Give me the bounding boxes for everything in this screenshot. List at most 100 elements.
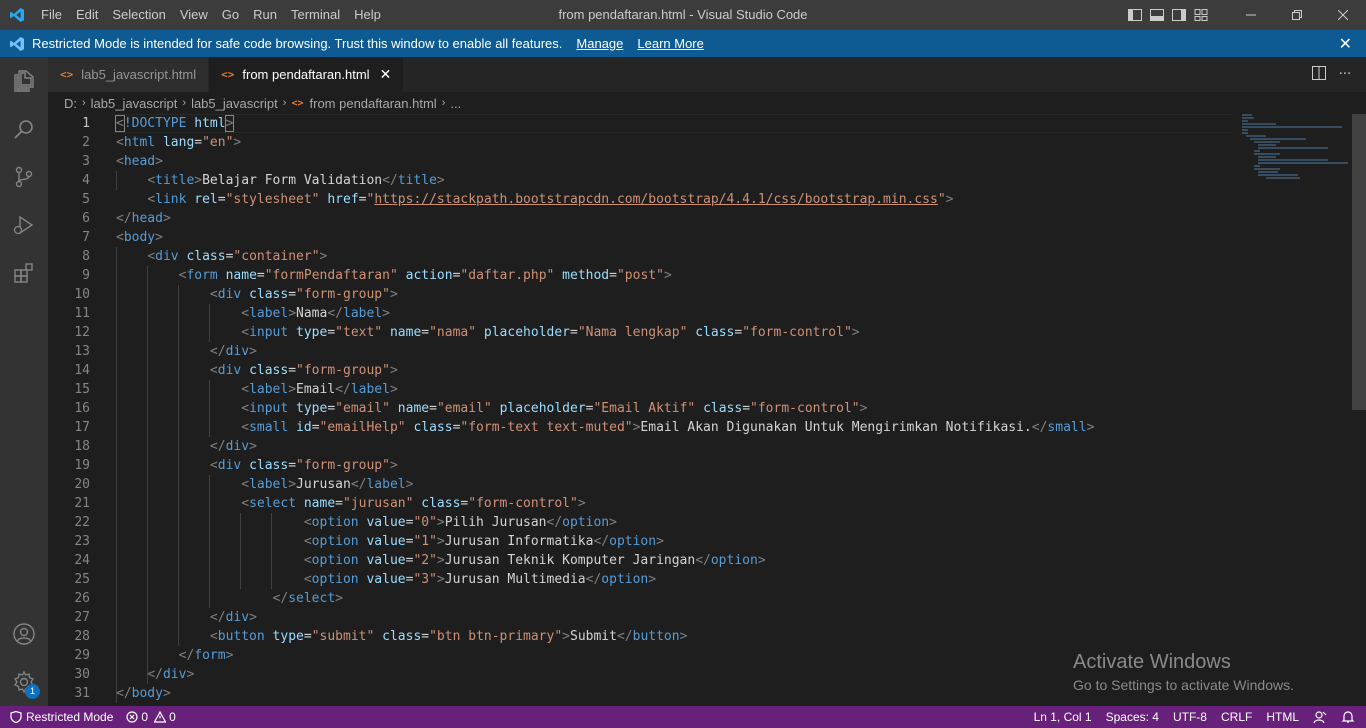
activate-windows-watermark: Activate Windows Go to Settings to activ… (1073, 651, 1294, 693)
code-line: <input type="email" name="email" placeho… (241, 401, 868, 416)
menu-file[interactable]: File (34, 0, 69, 30)
line-number: 5 (82, 192, 90, 207)
breadcrumb-file[interactable]: from pendaftaran.html (310, 96, 437, 111)
menu-run[interactable]: Run (246, 0, 284, 30)
end-of-line[interactable]: CRLF (1214, 706, 1259, 728)
code-line: </select> (272, 591, 343, 606)
code-line: </head> (116, 211, 171, 226)
code-line: <option value="1">Jurusan Informatika</o… (303, 534, 664, 549)
run-debug-icon[interactable] (0, 201, 48, 249)
restricted-mode-status[interactable]: Restricted Mode (0, 706, 120, 728)
menu-selection[interactable]: Selection (105, 0, 172, 30)
extensions-icon[interactable] (0, 249, 48, 297)
tab-from-pendaftaran[interactable]: <> from pendaftaran.html ✕ (209, 57, 405, 92)
line-number: 10 (74, 287, 90, 302)
line-number: 26 (74, 591, 90, 606)
code-line: <button type="submit" class="btn btn-pri… (209, 629, 688, 644)
line-number: 17 (74, 420, 90, 435)
line-number: 31 (74, 686, 90, 701)
restricted-mode-label: Restricted Mode (26, 710, 114, 724)
code-line: <link rel="stylesheet" href="https://sta… (147, 192, 954, 207)
code-line: </div> (147, 667, 195, 682)
line-number: 16 (74, 401, 90, 416)
breadcrumb-drive[interactable]: D: (64, 96, 77, 111)
minimap[interactable] (1242, 114, 1352, 184)
menu-terminal[interactable]: Terminal (284, 0, 347, 30)
code-line: <head> (116, 154, 163, 169)
line-number: 7 (82, 230, 90, 245)
line-number: 14 (74, 363, 90, 378)
editor-tabs: <> lab5_javascript.html <> from pendafta… (48, 57, 1366, 92)
problems-status[interactable]: 0 0 (119, 706, 182, 728)
toggle-secondary-sidebar-icon[interactable] (1168, 0, 1190, 30)
shield-icon (10, 711, 22, 723)
customize-layout-icon[interactable] (1190, 0, 1212, 30)
line-number: 11 (74, 306, 90, 321)
manage-link[interactable]: Manage (576, 36, 623, 51)
chevron-right-icon: › (182, 97, 187, 109)
toggle-panel-icon[interactable] (1146, 0, 1168, 30)
cursor-position[interactable]: Ln 1, Col 1 (1027, 706, 1099, 728)
code-line: <title>Belajar Form Validation</title> (147, 173, 445, 188)
language-mode[interactable]: HTML (1259, 706, 1306, 728)
close-window-icon[interactable] (1320, 0, 1366, 30)
close-banner-icon[interactable]: ✕ (1339, 34, 1352, 54)
code-line: <!DOCTYPE html> (115, 115, 235, 132)
html-file-icon: <> (60, 68, 74, 81)
code-content[interactable]: <!DOCTYPE html> <html lang="en"> <head> … (115, 114, 1094, 703)
line-number: 30 (74, 667, 90, 682)
toggle-sidebar-icon[interactable] (1124, 0, 1146, 30)
line-number: 29 (74, 648, 90, 663)
line-number: 27 (74, 610, 90, 625)
more-actions-icon[interactable]: ··· (1332, 67, 1358, 82)
line-number: 24 (74, 553, 90, 568)
split-editor-icon[interactable] (1306, 65, 1332, 84)
breadcrumb-symbols[interactable]: ... (450, 96, 461, 111)
code-line: <input type="text" name="nama" placehold… (241, 325, 860, 340)
code-line: <div class="container"> (147, 249, 328, 264)
menu-go[interactable]: Go (215, 0, 246, 30)
minimize-icon[interactable] (1228, 0, 1274, 30)
notifications-icon[interactable] (1334, 706, 1362, 728)
restore-icon[interactable] (1274, 0, 1320, 30)
source-control-icon[interactable] (0, 153, 48, 201)
watermark-subtitle: Go to Settings to activate Windows. (1073, 677, 1294, 693)
menu-help[interactable]: Help (347, 0, 388, 30)
code-line: </form> (178, 648, 234, 663)
tab-label: from pendaftaran.html (242, 67, 370, 82)
chevron-right-icon: › (82, 97, 86, 109)
manage-gear-icon[interactable]: 1 (0, 658, 48, 706)
code-editor[interactable]: 1 2 3 4 5 6 7 8 9 10 11 12 13 14 15 16 17 18 19 20 21 22 23 24 2… (48, 114, 1366, 706)
line-number: 23 (74, 534, 90, 549)
learn-more-link[interactable]: Learn More (637, 36, 703, 51)
breadcrumb-folder[interactable]: lab5_javascript (91, 96, 178, 111)
warning-count: 0 (169, 710, 176, 724)
close-tab-icon[interactable]: ✕ (380, 66, 392, 83)
error-count: 0 (141, 710, 149, 724)
vscode-logo-icon (0, 0, 34, 30)
line-number: 1 (82, 116, 90, 131)
line-number: 15 (74, 382, 90, 397)
scrollbar-thumb[interactable] (1352, 114, 1366, 410)
restricted-mode-banner: Restricted Mode is intended for safe cod… (0, 30, 1366, 57)
explorer-icon[interactable] (0, 57, 48, 105)
line-number: 18 (74, 439, 90, 454)
chevron-right-icon: › (282, 97, 287, 109)
line-number: 22 (74, 515, 90, 530)
line-number: 25 (74, 572, 90, 587)
encoding[interactable]: UTF-8 (1166, 706, 1214, 728)
accounts-icon[interactable] (0, 610, 48, 658)
vertical-scrollbar[interactable] (1352, 114, 1366, 706)
code-line: </div> (209, 344, 257, 359)
breadcrumb: D: › lab5_javascript › lab5_javascript ›… (48, 92, 1366, 114)
tab-lab5-javascript[interactable]: <> lab5_javascript.html (48, 57, 210, 92)
breadcrumb-folder[interactable]: lab5_javascript (191, 96, 278, 111)
feedback-icon[interactable] (1306, 706, 1334, 728)
menu-view[interactable]: View (173, 0, 215, 30)
search-icon[interactable] (0, 105, 48, 153)
code-line: <option value="3">Jurusan Multimedia</op… (303, 572, 657, 587)
line-number: 8 (82, 249, 90, 264)
activity-bar: 1 (0, 57, 48, 706)
menu-edit[interactable]: Edit (69, 0, 105, 30)
indentation[interactable]: Spaces: 4 (1099, 706, 1166, 728)
